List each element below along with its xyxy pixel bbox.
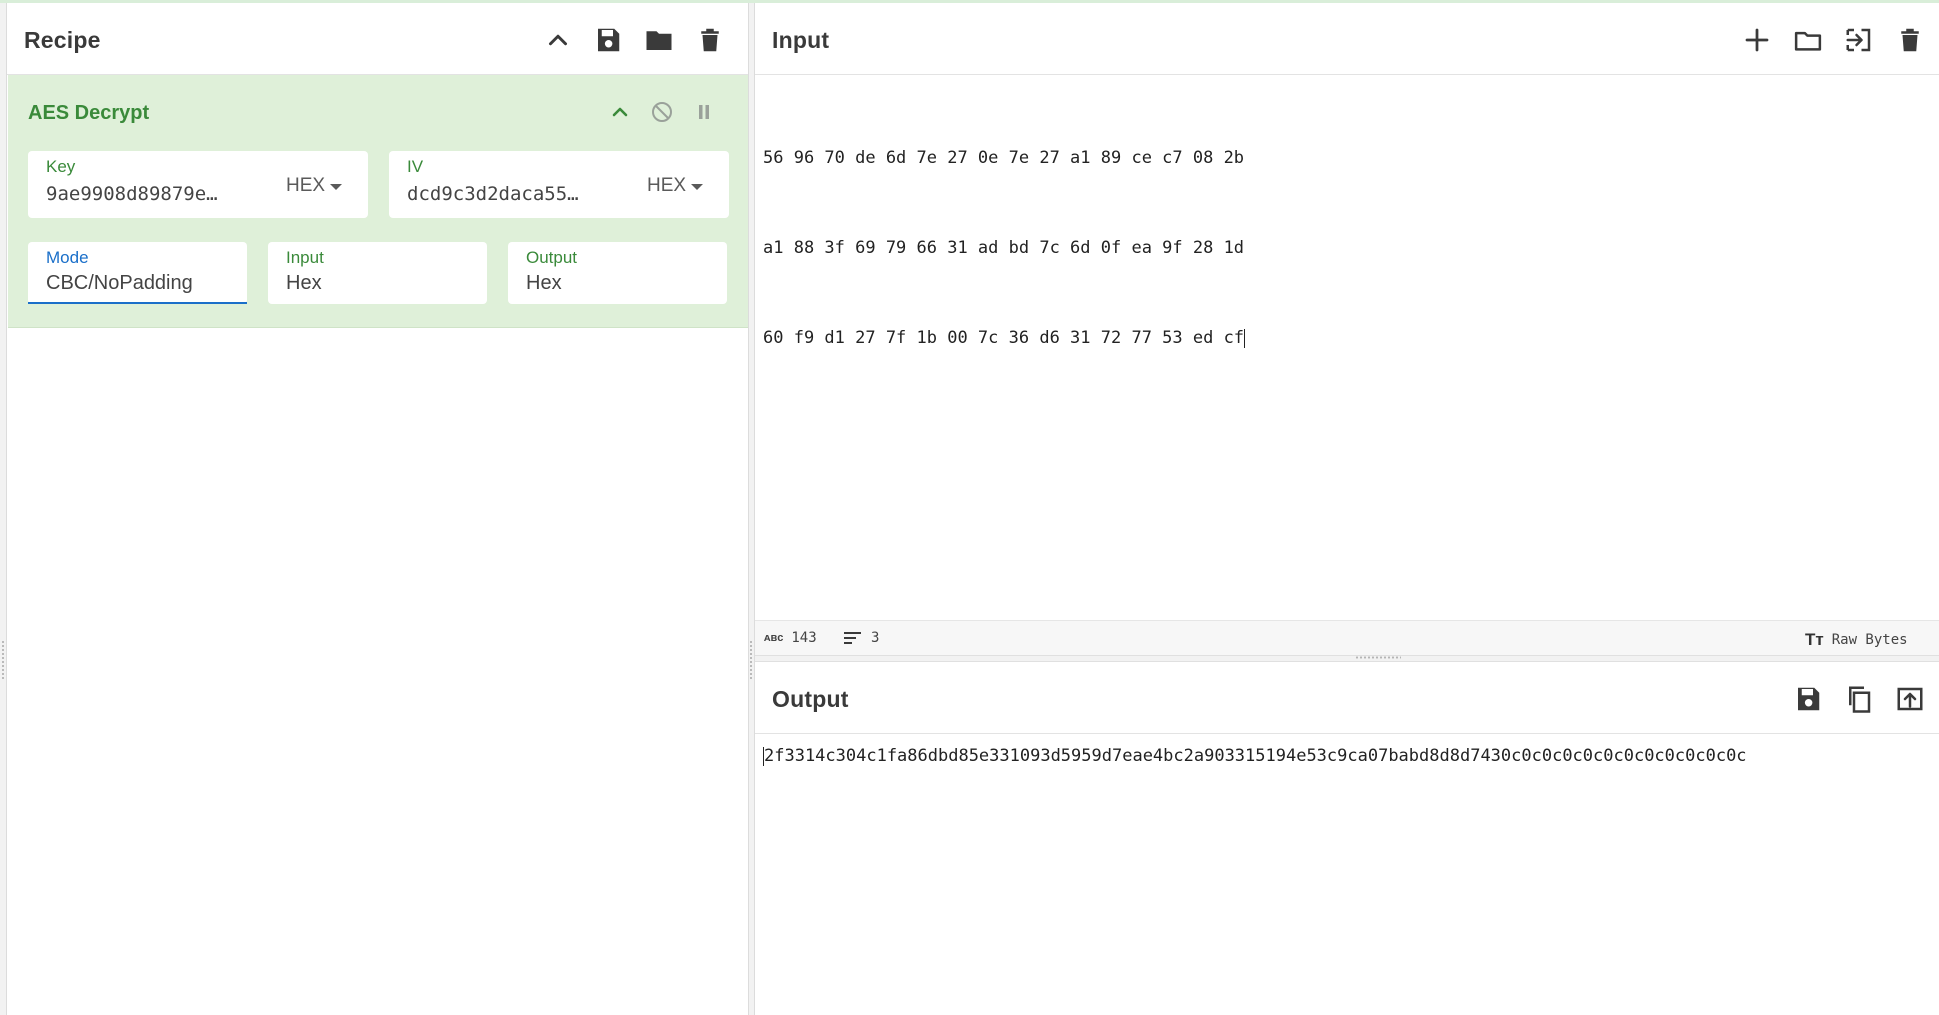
vertical-splitter[interactable] [748, 3, 755, 1015]
horizontal-splitter-grip[interactable] [1355, 656, 1401, 659]
input-line-3: 60 f9 d1 27 7f 1b 00 7c 36 d6 31 72 77 5… [763, 328, 1245, 348]
clear-recipe-icon[interactable] [693, 23, 727, 57]
length-value: 143 [791, 630, 817, 646]
load-recipe-icon[interactable] [642, 23, 676, 57]
chevron-down-icon [330, 184, 343, 190]
lines-value: 3 [871, 630, 880, 646]
output-format-value: Hex [526, 272, 562, 294]
encoding-value[interactable]: Raw Bytes [1832, 632, 1908, 648]
clear-input-icon[interactable] [1893, 23, 1927, 57]
output-text[interactable]: 2f3314c304c1fa86dbd85e331093d5959d7eae4b… [763, 741, 1747, 771]
encoding-status[interactable]: Tт Raw Bytes [1805, 630, 1908, 650]
operation-title: AES Decrypt [28, 102, 150, 124]
key-value[interactable]: 9ae9908d89879e… [46, 183, 256, 205]
output-pane: Output 2f3314c304c1fa86dbd85e331093d5959… [755, 662, 1939, 1015]
horizontal-splitter[interactable] [755, 655, 1939, 662]
length-status: ᴀʙᴄ 143 [764, 630, 817, 646]
key-label: Key [46, 157, 76, 176]
key-field[interactable]: Key 9ae9908d89879e… HEX [28, 151, 368, 218]
open-folder-icon[interactable] [1791, 23, 1825, 57]
vertical-splitter-grip[interactable] [750, 640, 752, 680]
collapse-all-icon[interactable] [541, 23, 575, 57]
copy-output-icon[interactable] [1842, 682, 1876, 716]
input-format-value: Hex [286, 272, 322, 294]
replace-input-icon[interactable] [1893, 682, 1927, 716]
collapse-operation-icon[interactable] [605, 97, 635, 127]
left-resize-grip[interactable] [2, 640, 4, 680]
input-pane: Input 56 96 70 de 6d 7e 27 0e 7e 27 a1 8… [755, 3, 1939, 655]
mode-value: CBC/NoPadding [46, 272, 193, 294]
output-value: 2f3314c304c1fa86dbd85e331093d5959d7eae4b… [764, 746, 1747, 766]
input-title: Input [772, 27, 830, 53]
iv-label: IV [407, 157, 424, 176]
save-recipe-icon[interactable] [591, 23, 625, 57]
mode-select[interactable]: Mode CBC/NoPadding [28, 242, 247, 304]
disable-operation-icon[interactable] [647, 97, 677, 127]
output-format-select[interactable]: Output Hex [508, 242, 727, 304]
output-header: Output [755, 662, 1939, 734]
add-tab-icon[interactable] [1740, 23, 1774, 57]
iv-format-label: HEX [647, 175, 687, 196]
input-format-select[interactable]: Input Hex [268, 242, 487, 304]
iv-format-dropdown[interactable]: HEX [647, 175, 704, 197]
text-size-icon: Tт [1805, 630, 1824, 649]
open-file-icon[interactable] [1842, 23, 1876, 57]
key-format-dropdown[interactable]: HEX [286, 175, 343, 197]
lines-icon [844, 632, 861, 644]
output-title: Output [772, 686, 849, 712]
pause-operation-icon[interactable] [689, 97, 719, 127]
recipe-title: Recipe [24, 27, 101, 53]
mode-label: Mode [46, 248, 89, 267]
lines-status: 3 [843, 630, 879, 646]
operation-aes-decrypt: AES Decrypt Key 9ae9908d89879e… HEX IV d… [8, 75, 748, 328]
input-status-bar: ᴀʙᴄ 143 3 Tт Raw Bytes [755, 620, 1939, 655]
key-format-label: HEX [286, 175, 326, 196]
input-format-label: Input [286, 248, 324, 267]
input-line-3-wrap: 60 f9 d1 27 7f 1b 00 7c 36 d6 31 72 77 5… [763, 323, 1246, 353]
input-text[interactable]: 56 96 70 de 6d 7e 27 0e 7e 27 a1 89 ce c… [763, 83, 1246, 413]
input-line-1: 56 96 70 de 6d 7e 27 0e 7e 27 a1 89 ce c… [763, 148, 1245, 168]
focus-underline [28, 302, 247, 304]
input-header: Input [755, 3, 1939, 75]
input-line-2: a1 88 3f 69 79 66 31 ad bd 7c 6d 0f ea 9… [763, 238, 1245, 258]
left-edge [0, 3, 7, 1015]
output-format-label: Output [526, 248, 578, 267]
chevron-down-icon [691, 184, 704, 190]
abc-icon: ᴀʙᴄ [764, 632, 784, 644]
iv-field[interactable]: IV dcd9c3d2daca55… HEX [389, 151, 729, 218]
text-cursor [1244, 328, 1246, 348]
save-output-icon[interactable] [1791, 682, 1825, 716]
recipe-header: Recipe [0, 3, 748, 75]
iv-value[interactable]: dcd9c3d2daca55… [407, 183, 617, 205]
